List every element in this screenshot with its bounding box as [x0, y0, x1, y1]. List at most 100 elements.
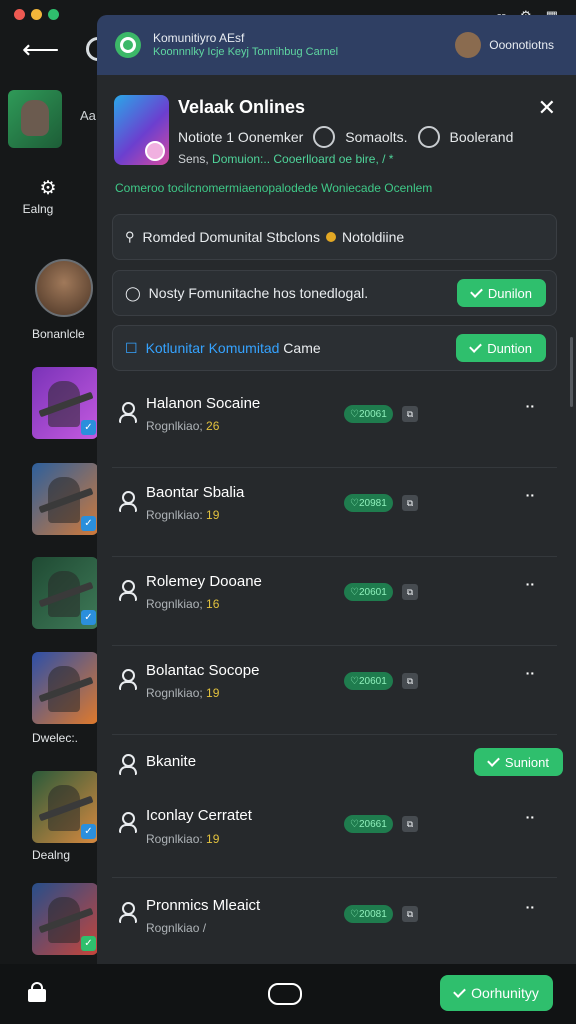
person-icon: [119, 902, 137, 923]
player-name: Iconlay Cerratet: [146, 807, 252, 824]
join-button[interactable]: Dunilon: [456, 279, 546, 307]
close-icon[interactable]: ✕: [538, 95, 556, 121]
sidebar-avatar[interactable]: [35, 259, 93, 317]
player-name: Baontar Sbalia: [146, 484, 245, 501]
search-value: Romded Domunital Stbclons: [142, 229, 320, 245]
player-sub: Rognlkiao; 16: [146, 597, 220, 611]
community-button[interactable]: Oorhunityy: [440, 975, 553, 1011]
maximize-window-button[interactable]: [48, 9, 59, 20]
person-icon: [119, 491, 137, 512]
stat-board: Boolerand: [449, 129, 514, 145]
gear-icon: ⚙: [39, 178, 57, 199]
community-panel: Komunitiyro AEsf Koonnnlky Icje Keyj Ton…: [97, 15, 576, 965]
edit-icon: ☐: [125, 339, 138, 356]
series-link[interactable]: Domuion:.. Cooerlloard oe bire, /: [212, 152, 385, 166]
player-sub: Rognlkiao; 19: [146, 686, 220, 700]
check-circle-icon: [417, 126, 440, 148]
game-icon: [114, 95, 169, 165]
avatar: [455, 32, 482, 58]
copy-icon[interactable]: ⧉: [402, 495, 418, 511]
player-row[interactable]: Halanon Socaine Rognlkiao; 26 ♡ 20061 ⧉ …: [112, 378, 557, 468]
sparkle-icon: *: [388, 152, 394, 166]
score-badge: ♡ 20081: [344, 905, 393, 923]
copy-icon[interactable]: ⧉: [402, 584, 418, 600]
player-row[interactable]: Pronmics Mleaict Rognlkiao / ♡ 20081 ⧉ ·…: [112, 877, 557, 965]
section-header: Bkanite Suniont: [112, 734, 563, 786]
copy-icon[interactable]: ⧉: [402, 673, 418, 689]
panel-header: Komunitiyro AEsf Koonnnlky Icje Keyj Ton…: [97, 15, 576, 75]
more-options-icon[interactable]: ··: [526, 809, 535, 825]
game-thumbnail[interactable]: ✓: [32, 463, 98, 535]
player-sub: Rognlkiao /: [146, 921, 207, 935]
person-icon: [119, 812, 137, 833]
window-controls: [14, 9, 59, 20]
more-options-icon[interactable]: ··: [526, 398, 535, 414]
search-icon: ⚲: [125, 229, 135, 244]
score-badge: ♡ 20061: [344, 405, 393, 423]
back-arrow-icon[interactable]: ⟵: [22, 34, 59, 65]
scrollbar[interactable]: [570, 337, 573, 407]
player-name: Bolantac Socope: [146, 662, 260, 679]
stat-servers: Somaolts.: [345, 129, 408, 145]
lock-icon[interactable]: [28, 982, 46, 1002]
copy-icon[interactable]: ⧉: [402, 906, 418, 922]
header-user[interactable]: Ooonotiotns: [455, 32, 554, 58]
minimize-window-button[interactable]: [31, 9, 42, 20]
player-name: Rolemey Dooane: [146, 573, 262, 590]
check-badge-icon: ✓: [81, 824, 96, 839]
panel-header-subtitle: Koonnnlky Icje Keyj Tonnihbug Carnel: [153, 46, 339, 58]
row-text: Nosty Fomunitache hos tonedlogal.: [148, 285, 369, 301]
check-badge-icon: ✓: [81, 610, 96, 625]
join-button[interactable]: Duntion: [456, 334, 546, 362]
player-row[interactable]: Baontar Sbalia Rognlkiao: 19 ♡ 20981 ⧉ ·…: [112, 467, 557, 557]
stat-players: Notiote 1 Oonemker: [178, 129, 304, 145]
player-row[interactable]: Iconlay Cerratet Rognlkiao: 19 ♡ 20661 ⧉…: [112, 787, 557, 878]
home-button[interactable]: [268, 983, 302, 1005]
game-description: Comeroo tocilcnomermiaenopalodede Woniec…: [115, 181, 433, 195]
score-badge: ♡ 20981: [344, 494, 393, 512]
player-name: Pronmics Mleaict: [146, 897, 261, 914]
search-input[interactable]: ⚲ Romded Domunital Stbclons Notoldiine: [112, 214, 557, 260]
copy-icon[interactable]: ⧉: [402, 816, 418, 832]
status-dot-icon: [325, 232, 336, 242]
person-icon: [119, 402, 137, 423]
person-icon: [119, 754, 137, 775]
more-options-icon[interactable]: ··: [526, 487, 535, 503]
score-badge: ♡ 20661: [344, 815, 393, 833]
sidebar-item-settings[interactable]: ⚙ Ealng: [0, 177, 96, 216]
player-row[interactable]: Rolemey Dooane Rognlkiao; 16 ♡ 20601 ⧉ ·…: [112, 556, 557, 646]
submit-button[interactable]: Suniont: [473, 748, 563, 776]
section-title: Bkanite: [146, 753, 197, 770]
game-thumbnail[interactable]: ✓: [32, 367, 98, 439]
sidebar-item-label: Dwelec:.: [32, 731, 79, 745]
check-circle-icon: [313, 126, 336, 148]
sidebar-item-label: Ealng: [22, 202, 54, 216]
more-options-icon[interactable]: ··: [526, 899, 535, 915]
person-icon: [119, 669, 137, 690]
player-sub: Rognlkiao: 19: [146, 832, 220, 846]
player-sub: Rognlkiao; 26: [146, 419, 220, 433]
score-badge: ♡ 20601: [344, 583, 393, 601]
community-link[interactable]: Kotlunitar Komumitad: [146, 340, 280, 356]
check-badge-icon: ✓: [81, 936, 96, 951]
user-avatar[interactable]: [8, 90, 62, 148]
search-suffix: Notoldiine: [341, 229, 405, 245]
row-text: Came: [283, 340, 321, 356]
game-thumbnail[interactable]: [32, 652, 98, 724]
player-row[interactable]: Bolantac Socope Rognlkiao; 19 ♡ 20601 ⧉ …: [112, 645, 557, 735]
more-options-icon[interactable]: ··: [526, 665, 535, 681]
player-sub: Rognlkiao: 19: [146, 508, 220, 522]
more-options-icon[interactable]: ··: [526, 576, 535, 592]
close-window-button[interactable]: [14, 9, 25, 20]
game-series: Sens, Domuion:.. Cooerlloard oe bire, / …: [178, 152, 393, 166]
game-thumbnail[interactable]: ✓: [32, 883, 98, 955]
copy-icon[interactable]: ⧉: [402, 406, 418, 422]
community-row-link: ☐ Kotlunitar Komumitad Came Duntion: [112, 325, 557, 371]
check-badge-icon: ✓: [81, 420, 96, 435]
game-thumbnail[interactable]: ✓: [32, 771, 98, 843]
community-row-nosty: ◯ Nosty Fomunitache hos tonedlogal. Duni…: [112, 270, 557, 316]
game-title: Velaak Onlines: [178, 97, 306, 117]
game-thumbnail[interactable]: ✓: [32, 557, 98, 629]
header-username: Ooonotiotns: [489, 38, 554, 52]
check-badge-icon: ✓: [81, 516, 96, 531]
